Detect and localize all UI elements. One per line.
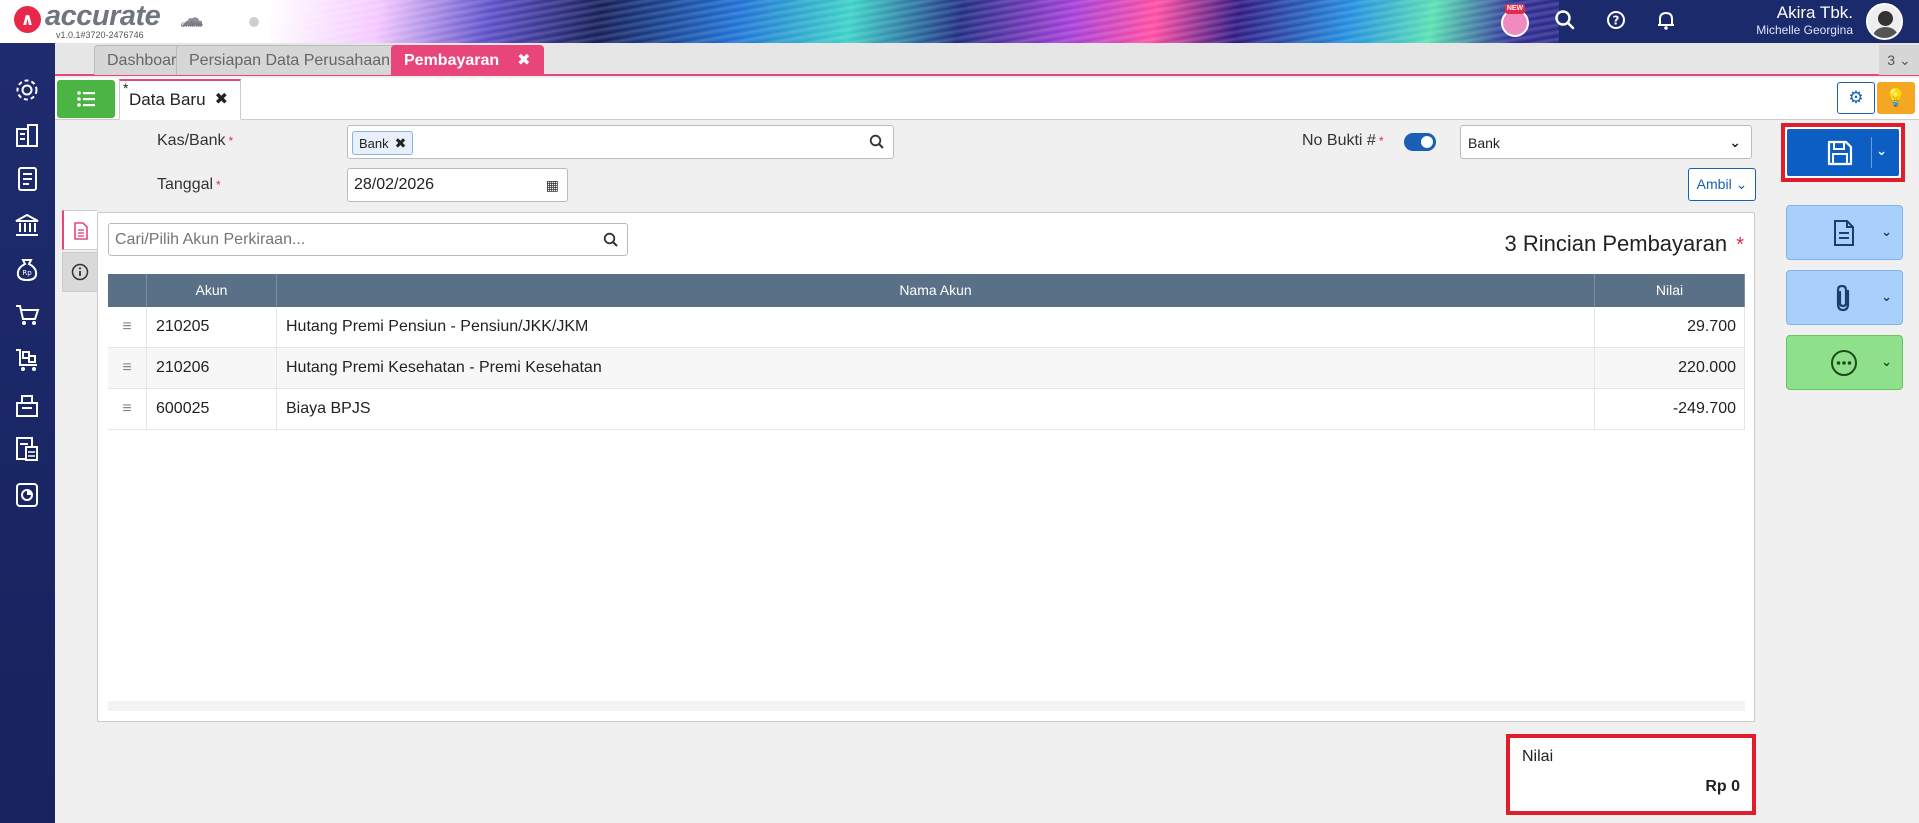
open-tabs-counter[interactable]: 3 ⌄ xyxy=(1879,45,1919,75)
subtab-data-baru[interactable]: * Data Baru ✖ xyxy=(119,79,241,120)
more-actions-button[interactable]: ⌄ xyxy=(1786,335,1903,390)
akun-search-field[interactable] xyxy=(108,223,628,256)
inventory-icon[interactable] xyxy=(13,391,41,419)
unsaved-marker: * xyxy=(123,80,129,96)
close-subtab-icon[interactable]: ✖ xyxy=(215,81,228,119)
user-avatar[interactable] xyxy=(1866,3,1903,40)
chevron-down-icon[interactable]: ⌄ xyxy=(1881,354,1892,370)
tanggal-field[interactable]: 28/02/2026 ▦ xyxy=(347,168,568,202)
bank-icon[interactable] xyxy=(13,211,41,239)
company-name[interactable]: Akira Tbk. xyxy=(1777,3,1853,23)
help-icon[interactable]: ? xyxy=(1603,9,1629,35)
report-chart-icon[interactable] xyxy=(13,481,41,509)
table-row[interactable]: ≡ 210205 Hutang Premi Pensiun - Pensiun/… xyxy=(108,307,1745,348)
column-nama-akun[interactable]: Nama Akun xyxy=(277,274,1595,307)
top-bar: ∧ accurate ☁ online v1.0.1#3720-2476746 … xyxy=(0,0,1919,43)
save-highlight: ⌄ xyxy=(1781,123,1905,182)
user-name[interactable]: Michelle Georgina xyxy=(1756,23,1853,37)
bell-icon[interactable] xyxy=(1653,9,1679,35)
tab-detail[interactable] xyxy=(62,210,97,250)
no-bukti-label: No Bukti # * xyxy=(1302,132,1384,149)
tanggal-value: 28/02/2026 xyxy=(354,176,435,193)
kas-bank-chip: Bank ✖ xyxy=(352,131,414,155)
tanggal-label: Tanggal * xyxy=(157,176,221,193)
column-akun[interactable]: Akun xyxy=(147,274,277,307)
brand-name: accurate xyxy=(45,0,161,32)
gear-icon: ⚙ xyxy=(1848,88,1864,107)
list-view-button[interactable] xyxy=(57,80,115,118)
search-icon[interactable] xyxy=(603,232,619,248)
document-icon xyxy=(74,222,88,240)
drag-handle-icon[interactable]: ≡ xyxy=(108,389,147,429)
close-tab-icon[interactable]: ✖ xyxy=(517,52,530,69)
tab-persiapan-data-perusahaan[interactable]: Persiapan Data Perusahaan xyxy=(176,45,404,75)
ledger-book-icon[interactable] xyxy=(13,165,41,193)
new-badge: NEW xyxy=(1505,4,1525,14)
save-button[interactable]: ⌄ xyxy=(1787,129,1899,176)
accurate-logo-icon: ∧ xyxy=(14,6,41,33)
kas-bank-label: Kas/Bank * xyxy=(157,132,234,149)
sidebar: Rp xyxy=(0,43,55,823)
app-version: v1.0.1#3720-2476746 xyxy=(56,30,144,40)
search-icon[interactable] xyxy=(869,134,885,150)
save-disk-icon xyxy=(1827,140,1853,166)
total-box: Nilai Rp 0 xyxy=(1506,734,1756,815)
info-icon xyxy=(71,263,89,281)
tab-info[interactable] xyxy=(62,252,97,292)
document-icon xyxy=(1834,220,1854,246)
calendar-icon[interactable]: ▦ xyxy=(546,177,559,194)
table-row[interactable]: ≡ 210206 Hutang Premi Kesehatan - Premi … xyxy=(108,348,1745,389)
akun-search-input[interactable] xyxy=(115,231,595,249)
kas-bank-field[interactable]: Bank ✖ xyxy=(347,125,894,159)
table-header: Akun Nama Akun Nilai xyxy=(108,274,1745,307)
brand-sub: online xyxy=(181,20,203,29)
print-document-button[interactable]: ⌄ xyxy=(1786,205,1903,260)
drag-handle-icon[interactable]: ≡ xyxy=(108,348,147,388)
lightbulb-icon: 💡 xyxy=(1885,88,1907,107)
table-row[interactable]: ≡ 600025 Biaya BPJS -249.700 xyxy=(108,389,1745,430)
money-bag-icon[interactable]: Rp xyxy=(13,255,41,283)
no-bukti-type-select[interactable]: Bank ⌄ xyxy=(1460,125,1752,159)
shopping-cart-icon[interactable] xyxy=(13,301,41,329)
tab-pembayaran[interactable]: Pembayaran ✖ xyxy=(391,45,544,75)
company-building-icon[interactable] xyxy=(13,121,41,149)
chevron-down-icon[interactable]: ⌄ xyxy=(1881,224,1892,240)
paperclip-icon xyxy=(1836,284,1850,312)
detail-table: Akun Nama Akun Nilai ≡ 210205 Hutang Pre… xyxy=(108,274,1745,430)
column-nilai[interactable]: Nilai xyxy=(1595,274,1745,307)
list-icon xyxy=(77,91,95,107)
tab-bar: Dashboard Persiapan Data Perusahaan Pemb… xyxy=(55,43,1919,76)
svg-text:Rp: Rp xyxy=(22,269,32,277)
search-icon[interactable] xyxy=(1552,9,1578,35)
detail-count-title: 3 Rincian Pembayaran * xyxy=(1504,231,1745,256)
status-dot xyxy=(249,17,259,27)
attachment-button[interactable]: ⌄ xyxy=(1786,270,1903,325)
total-value: Rp 0 xyxy=(1705,778,1740,795)
form-settings-button[interactable]: ⚙ xyxy=(1837,82,1875,114)
total-label: Nilai xyxy=(1522,748,1554,765)
chevron-down-icon: ⌄ xyxy=(1729,134,1741,150)
no-bukti-auto-toggle[interactable] xyxy=(1404,133,1436,151)
svg-text:?: ? xyxy=(1613,14,1620,28)
remove-chip-icon[interactable]: ✖ xyxy=(395,135,407,151)
drag-handle-icon[interactable]: ≡ xyxy=(108,307,147,347)
tax-report-icon[interactable] xyxy=(13,435,41,463)
sub-tab-bar: * Data Baru ✖ ⚙ 💡 xyxy=(55,78,1919,120)
chevron-down-icon[interactable]: ⌄ xyxy=(1876,143,1887,159)
chevron-down-icon[interactable]: ⌄ xyxy=(1881,289,1892,305)
more-options-icon xyxy=(1831,350,1857,376)
gear-icon[interactable] xyxy=(13,76,41,104)
ambil-button[interactable]: Ambil ⌄ xyxy=(1688,168,1756,201)
purchase-cart-icon[interactable] xyxy=(13,345,41,373)
tips-button[interactable]: 💡 xyxy=(1877,82,1915,114)
detail-panel: 3 Rincian Pembayaran * Akun Nama Akun Ni… xyxy=(97,212,1755,722)
